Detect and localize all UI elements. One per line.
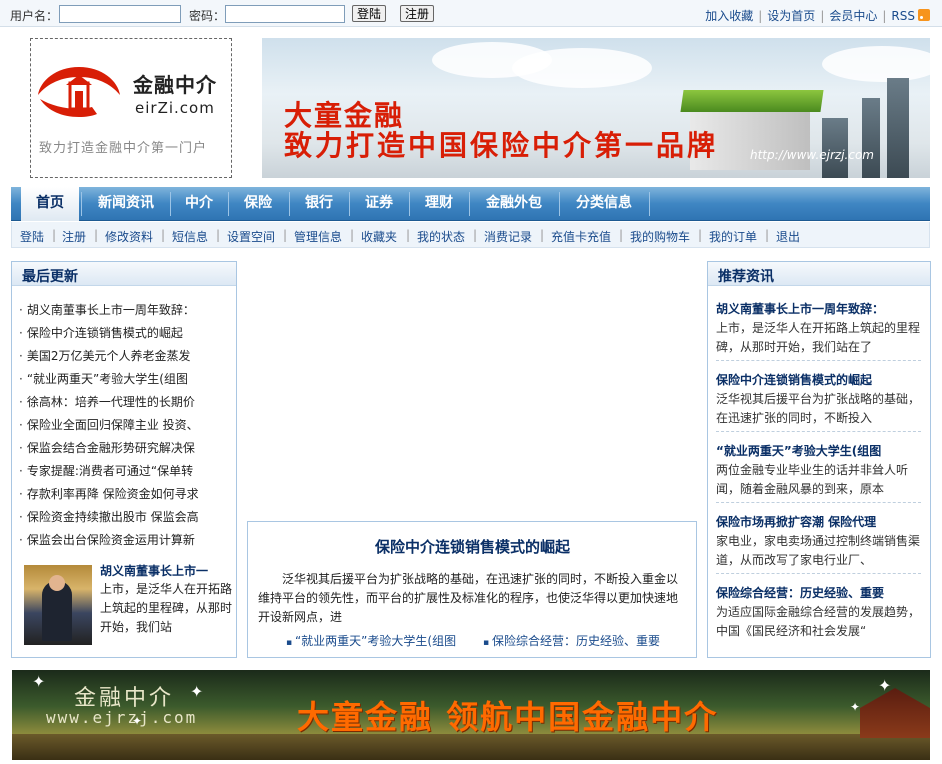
- password-input[interactable]: [225, 5, 345, 23]
- subnav-login[interactable]: 登陆: [20, 228, 44, 245]
- top-links: 加入收藏 | 设为首页 | 会员中心 | RSS: [705, 7, 930, 24]
- recommended-item-title[interactable]: 保险中介连锁销售模式的崛起: [716, 371, 921, 388]
- subnav-manage-info[interactable]: 管理信息: [294, 228, 342, 245]
- sparkle-icon: ✦: [190, 682, 204, 701]
- main-nav: 首页 新闻资讯 中介 保险 银行 证券 理财 金融外包 分类信息: [11, 187, 930, 221]
- recommended-item: 胡义南董事长上市一周年致辞： 上市，是泛华人在开拓路上筑起的里程碑，从那时开始，…: [716, 300, 921, 357]
- list-item[interactable]: 胡义南董事长上市一周年致辞：: [19, 301, 195, 318]
- logo-name-en: eirZi.com: [135, 99, 215, 117]
- nav-wealth[interactable]: 理财: [410, 187, 468, 221]
- subnav-shopping-cart[interactable]: 我的购物车: [630, 228, 690, 245]
- list-item[interactable]: 保监会出台保险资金运用计算新: [19, 531, 195, 548]
- latest-updates-panel: 最后更新 胡义南董事长上市一周年致辞： 保险中介连锁销售模式的崛起 美国2万亿美…: [11, 261, 237, 658]
- subnav-space-settings[interactable]: 设置空间: [227, 228, 275, 245]
- recommended-item-title[interactable]: 保险市场再掀扩容潮 保险代理: [716, 513, 921, 530]
- subnav-my-status[interactable]: 我的状态: [417, 228, 465, 245]
- username-input[interactable]: [59, 5, 181, 23]
- top-banner-ad[interactable]: 大童金融 致力打造中国保险中介第一品牌 http://www.ejrzj.com: [262, 38, 930, 178]
- banner-grass: [680, 90, 824, 112]
- footer-pavilion: [860, 688, 930, 738]
- recommended-item-title[interactable]: 胡义南董事长上市一周年致辞：: [716, 300, 921, 317]
- list-item[interactable]: 存款利率再降 保险资金如何寻求: [19, 485, 199, 502]
- set-homepage-link[interactable]: 设为首页: [767, 9, 815, 23]
- subnav-favorites[interactable]: 收藏夹: [361, 228, 397, 245]
- sparkle-icon: ✦: [850, 700, 861, 714]
- recommended-item: 保险中介连锁销售模式的崛起 泛华视其后援平台为扩张战略的基础，在迅速扩张的同时，…: [716, 371, 921, 428]
- footer-banner-ad[interactable]: ✦ ✦ ✦ ✦ ✦ 金融中介 www.ejrzj.com 大童金融 领航中国金融…: [12, 670, 930, 760]
- featured-title[interactable]: 胡义南董事长上市一: [100, 562, 208, 579]
- featured-summary: 上市，是泛华人在开拓路上筑起的里程碑，从那时开始，我们站: [100, 582, 233, 634]
- recommended-item: “就业两重天”考验大学生(组图 两位金融专业毕业生的话并非耸人听闻，随着金融风暴…: [716, 442, 921, 499]
- nav-agency[interactable]: 中介: [171, 187, 227, 221]
- password-label: 密码：: [189, 9, 226, 23]
- banner-cloud: [512, 48, 652, 88]
- list-item[interactable]: 保险资金持续撤出股市 保监会高: [19, 508, 199, 525]
- recommended-item-title[interactable]: “就业两重天”考验大学生(组图: [716, 442, 921, 459]
- rss-link[interactable]: RSS: [891, 9, 915, 23]
- list-item[interactable]: 美国2万亿美元个人养老金蒸发: [19, 347, 191, 364]
- nav-securities[interactable]: 证券: [350, 187, 408, 221]
- banner-cloud: [822, 46, 930, 82]
- nav-bank[interactable]: 银行: [290, 187, 348, 221]
- subnav-spending-records[interactable]: 消费记录: [484, 228, 532, 245]
- footer-slogan: 大童金融 领航中国金融中介: [297, 698, 719, 736]
- recommended-item-desc: 上市，是泛华人在开拓路上筑起的里程碑，从那时开始，我们站在了: [716, 321, 921, 354]
- nav-outsourcing[interactable]: 金融外包: [470, 187, 558, 221]
- nav-news[interactable]: 新闻资讯: [83, 187, 169, 221]
- center-related-link[interactable]: 保险综合经营：历史经验、重要: [483, 632, 660, 649]
- login-button[interactable]: 登陆: [352, 5, 387, 22]
- recommended-panel: 推荐资讯 胡义南董事长上市一周年致辞： 上市，是泛华人在开拓路上筑起的里程碑，从…: [707, 261, 931, 658]
- center-article-body: 泛华视其后援平台为扩张战略的基础，在迅速扩张的同时，不断投入重金以维持平台的领先…: [258, 572, 679, 624]
- sparkle-icon: ✦: [32, 672, 46, 691]
- rss-icon[interactable]: [918, 9, 930, 21]
- top-login-bar: 用户名： 密码： 登陆 注册 加入收藏 | 设为首页 | 会员中心 | RSS: [0, 0, 942, 27]
- list-item[interactable]: 徐高林：培养一代理性的长期价: [19, 393, 195, 410]
- list-item[interactable]: 专家提醒:消费者可通过“保单转: [19, 462, 193, 479]
- recommended-item-desc: 家电业，家电卖场通过控制终端销售渠道，从而改写了家电行业厂、: [716, 534, 921, 567]
- subnav-messages[interactable]: 短信息: [172, 228, 208, 245]
- latest-updates-title: 最后更新: [22, 269, 78, 285]
- center-related-link[interactable]: “就业两重天”考验大学生(组图: [286, 632, 456, 649]
- member-center-link[interactable]: 会员中心: [829, 9, 877, 23]
- logo-slogan: 致力打造金融中介第一门户: [39, 141, 208, 156]
- list-item[interactable]: 保险业全面回归保障主业 投资、: [19, 416, 199, 433]
- recommended-item-desc: 为适应国际金融综合经营的发展趋势，中国《国民经济和社会发展“: [716, 605, 921, 638]
- recommended-title: 推荐资讯: [718, 269, 774, 285]
- recommended-item: 保险综合经营：历史经验、重要 为适应国际金融综合经营的发展趋势，中国《国民经济和…: [716, 584, 921, 641]
- recommended-item-desc: 泛华视其后援平台为扩张战略的基础，在迅速扩张的同时，不断投入: [716, 392, 921, 425]
- recommended-item: 保险市场再掀扩容潮 保险代理 家电业，家电卖场通过控制终端销售渠道，从而改写了家…: [716, 513, 921, 570]
- recommended-item-desc: 两位金融专业毕业生的话并非耸人听闻，随着金融风暴的到来，原本: [716, 463, 909, 496]
- logo-name-cn: 金融中介: [133, 73, 217, 97]
- featured-photo[interactable]: [24, 565, 92, 645]
- recommended-item-title[interactable]: 保险综合经营：历史经验、重要: [716, 584, 921, 601]
- center-article-panel: 保险中介连锁销售模式的崛起 泛华视其后援平台为扩张战略的基础，在迅速扩张的同时，…: [247, 521, 697, 658]
- banner-headline-2: 致力打造中国保险中介第一品牌: [284, 129, 719, 162]
- list-item[interactable]: 保险中介连锁销售模式的崛起: [19, 324, 183, 341]
- list-item[interactable]: “就业两重天”考验大学生(组图: [19, 370, 188, 387]
- subnav-logout[interactable]: 退出: [776, 228, 800, 245]
- nav-classifieds[interactable]: 分类信息: [560, 187, 648, 221]
- site-logo[interactable]: 金融中介 eirZi.com 致力打造金融中介第一门户: [30, 38, 232, 178]
- nav-insurance[interactable]: 保险: [229, 187, 287, 221]
- subnav-register[interactable]: 注册: [62, 228, 86, 245]
- banner-url: http://www.ejrzj.com: [750, 148, 874, 162]
- username-label: 用户名：: [10, 9, 59, 23]
- center-article-title[interactable]: 保险中介连锁销售模式的崛起: [248, 536, 697, 557]
- subnav-card-recharge[interactable]: 充值卡充值: [551, 228, 611, 245]
- logo-emblem-icon: [38, 67, 120, 117]
- subnav-my-orders[interactable]: 我的订单: [709, 228, 757, 245]
- register-button[interactable]: 注册: [400, 5, 435, 22]
- list-item[interactable]: 保监会结合金融形势研究解决保: [19, 439, 195, 456]
- banner-building: [862, 98, 880, 178]
- banner-building: [887, 78, 909, 178]
- add-favorite-link[interactable]: 加入收藏: [705, 9, 753, 23]
- subnav-edit-profile[interactable]: 修改资料: [105, 228, 153, 245]
- footer-logo-en: www.ejrzj.com: [46, 708, 198, 727]
- sub-nav: 登陆 | 注册 | 修改资料 | 短信息 | 设置空间 | 管理信息 | 收藏夹…: [11, 222, 930, 248]
- nav-home[interactable]: 首页: [21, 187, 79, 221]
